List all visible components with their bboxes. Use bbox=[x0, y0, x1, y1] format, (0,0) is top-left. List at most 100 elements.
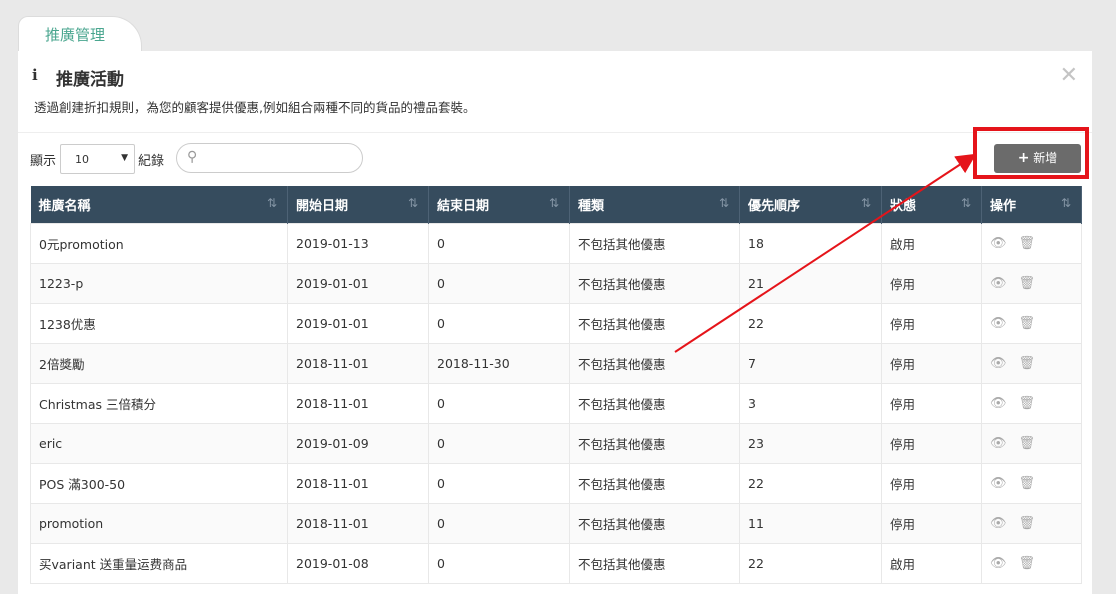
promotion-table: 推廣名稱 ⇅ 開始日期 ⇅ 結束日期 ⇅ 種類 ⇅ 優先順序 ⇅ 狀態 ⇅ 操作 ⇅ 0元pr… bbox=[30, 186, 1082, 584]
row-actions: 👁 🗑 bbox=[981, 222, 1082, 264]
sort-icon[interactable]: ⇅ bbox=[961, 196, 971, 210]
row-actions: 👁 🗑 bbox=[981, 462, 1082, 504]
caret-down-icon: ▼ bbox=[121, 153, 128, 163]
row-actions: 👁 🗑 bbox=[981, 302, 1082, 344]
table-cell: 11 bbox=[739, 502, 882, 544]
info-icon: i bbox=[32, 66, 38, 84]
table-row: 1223-p 2019-01-01 0 不包括其他優惠 21 停用 👁 🗑 bbox=[30, 262, 1082, 304]
row-actions: 👁 🗑 bbox=[981, 262, 1082, 304]
table-cell: 不包括其他優惠 bbox=[569, 542, 740, 584]
column-header[interactable]: 優先順序 ⇅ bbox=[739, 186, 882, 223]
page-title: 推廣活動 bbox=[56, 70, 124, 90]
table-cell: 0 bbox=[428, 222, 570, 264]
table-cell: 21 bbox=[739, 262, 882, 304]
page-size-select[interactable]: 10 ▼ bbox=[60, 144, 135, 174]
tab-promotion-management[interactable]: 推廣管理 bbox=[18, 16, 142, 52]
close-icon[interactable]: ✕ bbox=[1060, 63, 1078, 88]
table-cell: 停用 bbox=[881, 502, 982, 544]
table-cell: 0 bbox=[428, 382, 570, 424]
sort-icon[interactable]: ⇅ bbox=[1061, 196, 1071, 210]
table-cell: 停用 bbox=[881, 302, 982, 344]
table-cell: 0 bbox=[428, 422, 570, 464]
eye-icon[interactable]: 👁 bbox=[990, 356, 1007, 371]
main-panel: i 推廣活動 ✕ 透過創建折扣規則，為您的顧客提供優惠,例如組合兩種不同的貨品的… bbox=[18, 51, 1092, 594]
trash-icon[interactable]: 🗑 bbox=[1019, 236, 1036, 251]
table-cell: 0 bbox=[428, 302, 570, 344]
column-header[interactable]: 結束日期 ⇅ bbox=[428, 186, 570, 223]
table-cell: 3 bbox=[739, 382, 882, 424]
eye-icon[interactable]: 👁 bbox=[990, 236, 1007, 251]
table-row: Christmas 三倍積分 2018-11-01 0 不包括其他優惠 3 停用 👁 🗑 bbox=[30, 382, 1082, 424]
trash-icon[interactable]: 🗑 bbox=[1019, 396, 1036, 411]
table-cell: 23 bbox=[739, 422, 882, 464]
column-header[interactable]: 操作 ⇅ bbox=[981, 186, 1082, 223]
annotation-highlight-box bbox=[973, 127, 1089, 179]
eye-icon[interactable]: 👁 bbox=[990, 276, 1007, 291]
table-cell: 1238优惠 bbox=[30, 302, 288, 344]
table-cell: promotion bbox=[30, 502, 288, 544]
table-cell: 2019-01-09 bbox=[287, 422, 429, 464]
table-cell: 不包括其他優惠 bbox=[569, 462, 740, 504]
eye-icon[interactable]: 👁 bbox=[990, 476, 1007, 491]
table-cell: 停用 bbox=[881, 382, 982, 424]
table-cell: 22 bbox=[739, 462, 882, 504]
column-header[interactable]: 狀態 ⇅ bbox=[881, 186, 982, 223]
trash-icon[interactable]: 🗑 bbox=[1019, 316, 1036, 331]
trash-icon[interactable]: 🗑 bbox=[1019, 516, 1036, 531]
column-header[interactable]: 種類 ⇅ bbox=[569, 186, 740, 223]
divider bbox=[18, 132, 1092, 133]
table-cell: 0 bbox=[428, 262, 570, 304]
table-cell: 买variant 送重量运费商品 bbox=[30, 542, 288, 584]
eye-icon[interactable]: 👁 bbox=[990, 556, 1007, 571]
table-cell: 22 bbox=[739, 542, 882, 584]
table-cell: 停用 bbox=[881, 342, 982, 384]
table-cell: 0 bbox=[428, 542, 570, 584]
trash-icon[interactable]: 🗑 bbox=[1019, 556, 1036, 571]
table-cell: 不包括其他優惠 bbox=[569, 502, 740, 544]
trash-icon[interactable]: 🗑 bbox=[1019, 276, 1036, 291]
table-cell: 1223-p bbox=[30, 262, 288, 304]
sort-icon[interactable]: ⇅ bbox=[861, 196, 871, 210]
row-actions: 👁 🗑 bbox=[981, 342, 1082, 384]
table-cell: 2019-01-13 bbox=[287, 222, 429, 264]
table-cell: 不包括其他優惠 bbox=[569, 342, 740, 384]
table-cell: 0 bbox=[428, 502, 570, 544]
page-description: 透過創建折扣規則，為您的顧客提供優惠,例如組合兩種不同的貨品的禮品套裝。 bbox=[34, 100, 476, 115]
table-cell: 7 bbox=[739, 342, 882, 384]
table-cell: 2019-01-01 bbox=[287, 262, 429, 304]
sort-icon[interactable]: ⇅ bbox=[267, 196, 277, 210]
table-cell: eric bbox=[30, 422, 288, 464]
table-cell: 2018-11-01 bbox=[287, 382, 429, 424]
table-cell: 停用 bbox=[881, 262, 982, 304]
eye-icon[interactable]: 👁 bbox=[990, 516, 1007, 531]
show-label: 顯示 bbox=[30, 154, 57, 169]
table-cell: 啟用 bbox=[881, 542, 982, 584]
page-size-value: 10 bbox=[75, 153, 89, 166]
sort-icon[interactable]: ⇅ bbox=[408, 196, 418, 210]
table-cell: 停用 bbox=[881, 462, 982, 504]
tab-label: 推廣管理 bbox=[45, 26, 106, 44]
trash-icon[interactable]: 🗑 bbox=[1019, 436, 1036, 451]
eye-icon[interactable]: 👁 bbox=[990, 396, 1007, 411]
trash-icon[interactable]: 🗑 bbox=[1019, 476, 1036, 491]
sort-icon[interactable]: ⇅ bbox=[719, 196, 729, 210]
table-cell: 2倍獎勵 bbox=[30, 342, 288, 384]
table-cell: 2019-01-01 bbox=[287, 302, 429, 344]
table-cell: Christmas 三倍積分 bbox=[30, 382, 288, 424]
table-cell: 不包括其他優惠 bbox=[569, 262, 740, 304]
row-actions: 👁 🗑 bbox=[981, 422, 1082, 464]
trash-icon[interactable]: 🗑 bbox=[1019, 356, 1036, 371]
eye-icon[interactable]: 👁 bbox=[990, 316, 1007, 331]
table-row: eric 2019-01-09 0 不包括其他優惠 23 停用 👁 🗑 bbox=[30, 422, 1082, 464]
column-header[interactable]: 推廣名稱 ⇅ bbox=[30, 186, 288, 223]
row-actions: 👁 🗑 bbox=[981, 382, 1082, 424]
table-cell: 18 bbox=[739, 222, 882, 264]
table-cell: 不包括其他優惠 bbox=[569, 302, 740, 344]
search-input[interactable]: ⚲ bbox=[176, 143, 363, 173]
column-header[interactable]: 開始日期 ⇅ bbox=[287, 186, 429, 223]
records-label: 紀錄 bbox=[138, 154, 165, 169]
eye-icon[interactable]: 👁 bbox=[990, 436, 1007, 451]
sort-icon[interactable]: ⇅ bbox=[549, 196, 559, 210]
table-cell: 不包括其他優惠 bbox=[569, 422, 740, 464]
table-row: 买variant 送重量运费商品 2019-01-08 0 不包括其他優惠 22 啟用 👁 🗑 bbox=[30, 542, 1082, 584]
